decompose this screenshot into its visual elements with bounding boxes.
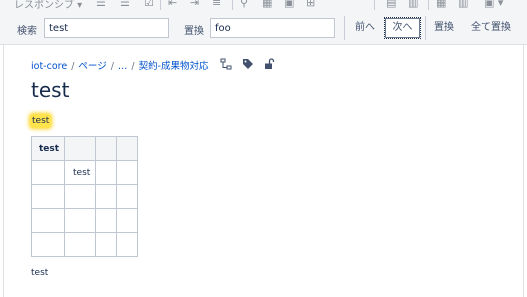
editor-right-border xyxy=(523,44,524,297)
content-table[interactable]: test test xyxy=(31,136,138,257)
replace-button[interactable]: 置換 xyxy=(429,17,459,39)
table-cell[interactable] xyxy=(64,208,96,233)
table-row: test xyxy=(31,160,138,185)
body-paragraph[interactable]: test xyxy=(31,268,48,278)
table-cell[interactable] xyxy=(31,208,65,233)
next-button[interactable]: 次へ xyxy=(384,17,421,39)
align-icon[interactable]: ≡ xyxy=(212,0,221,9)
unlock-icon[interactable] xyxy=(263,58,275,70)
layout-icon[interactable]: ▤ xyxy=(386,0,396,9)
search-input[interactable] xyxy=(44,18,169,38)
table-row xyxy=(31,232,138,257)
editor-left-border xyxy=(3,44,4,297)
toolbar-divider xyxy=(374,0,375,10)
findbar-divider xyxy=(425,16,426,40)
table-cell[interactable] xyxy=(116,184,138,209)
table-icon[interactable]: ▦ xyxy=(262,0,272,9)
numbered-list-icon[interactable]: ☰ xyxy=(120,0,130,9)
bullet-list-icon[interactable]: ☰ xyxy=(96,0,106,9)
more-dropdown-icon[interactable]: ▣ ▾ xyxy=(484,0,503,9)
search-match-highlight: test xyxy=(30,114,52,128)
table-header-cell[interactable]: test xyxy=(31,136,65,161)
breadcrumb-ellipsis-link[interactable]: … xyxy=(118,61,128,72)
findbar-divider xyxy=(344,16,345,40)
breadcrumb-space-link[interactable]: iot-core xyxy=(31,61,67,72)
table-row xyxy=(31,208,138,233)
breadcrumb-separator: / xyxy=(131,61,135,72)
table-cell[interactable] xyxy=(116,160,138,185)
find-replace-bar: 検索 置換 前へ 次へ 置換 全て置換 xyxy=(0,10,527,45)
table-header-row: test xyxy=(31,136,138,161)
table-cell[interactable] xyxy=(31,160,65,185)
toolbar-divider xyxy=(160,0,161,10)
breadcrumb: iot-core / ページ /… / 契約-成果物対応 xyxy=(31,58,209,72)
page-tree-icon[interactable] xyxy=(220,58,232,70)
table-header-cell[interactable] xyxy=(95,136,117,161)
breadcrumb-separator: / xyxy=(71,61,75,72)
indent-icon[interactable]: ⇥ xyxy=(190,0,199,9)
toolbar-divider xyxy=(428,0,429,10)
replace-input[interactable] xyxy=(210,18,335,38)
task-list-icon[interactable]: ☑ xyxy=(144,0,154,9)
outdent-icon[interactable]: ⇤ xyxy=(168,0,177,9)
layout-two-col-icon[interactable]: ▥ xyxy=(408,0,418,9)
table-cell[interactable] xyxy=(95,160,117,185)
page-title[interactable]: test xyxy=(31,78,69,102)
link-icon[interactable]: ⚲ xyxy=(240,0,248,9)
table-cell[interactable] xyxy=(116,232,138,257)
table-header-cell[interactable] xyxy=(116,136,138,161)
table-cell[interactable] xyxy=(95,232,117,257)
table-cell[interactable]: test xyxy=(64,160,96,185)
search-label: 検索 xyxy=(17,26,37,37)
breadcrumb-separator: / xyxy=(110,61,114,72)
replace-label: 置換 xyxy=(184,26,204,37)
previous-button[interactable]: 前へ xyxy=(350,17,380,39)
table-cell[interactable] xyxy=(31,184,65,209)
toolbar-divider xyxy=(232,0,233,10)
table-layout-icon[interactable]: ▦ xyxy=(436,0,446,9)
insert-icon[interactable]: ⊞ xyxy=(306,0,315,9)
table-cell[interactable] xyxy=(116,208,138,233)
table-cell[interactable] xyxy=(95,208,117,233)
image-icon[interactable]: ▣ xyxy=(284,0,294,9)
breadcrumb-pages-link[interactable]: ページ xyxy=(78,61,106,72)
table-cell[interactable] xyxy=(64,184,96,209)
columns-icon[interactable]: ▥ xyxy=(458,0,468,9)
table-cell[interactable] xyxy=(31,232,65,257)
table-cell[interactable] xyxy=(95,184,117,209)
replace-all-button[interactable]: 全て置換 xyxy=(466,17,516,39)
label-tag-icon[interactable] xyxy=(242,58,254,70)
table-cell[interactable] xyxy=(64,232,96,257)
breadcrumb-parent-link[interactable]: 契約-成果物対応 xyxy=(139,61,209,72)
table-header-cell[interactable] xyxy=(64,136,96,161)
table-row xyxy=(31,184,138,209)
